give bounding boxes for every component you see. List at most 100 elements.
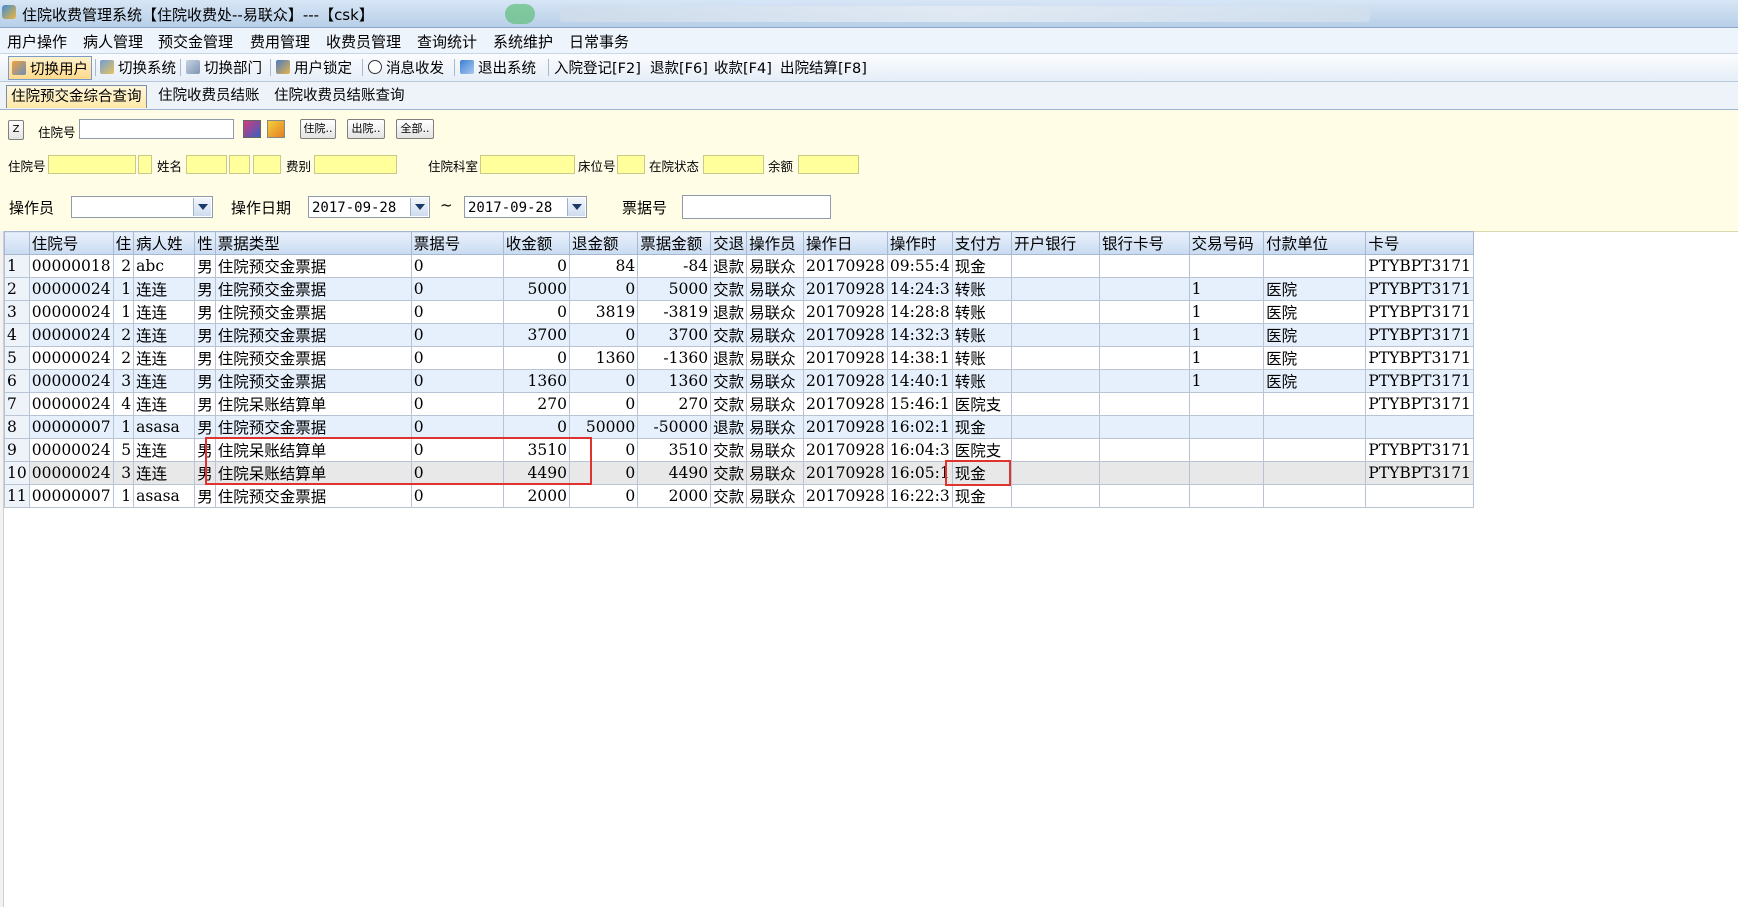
search-icon[interactable] xyxy=(267,120,285,138)
tab-deposit-query[interactable]: 住院预交金综合查询 xyxy=(6,85,147,108)
collect-button[interactable]: 收款[F4] xyxy=(714,56,772,78)
cell-card-no[interactable]: PTYBPT3171 xyxy=(1365,300,1474,324)
cell-op-date[interactable]: 20170928 xyxy=(803,277,888,301)
col-header-operator[interactable]: 操作员 xyxy=(746,231,805,255)
cell-transaction-no[interactable] xyxy=(1188,461,1265,485)
cell-patient-name[interactable]: 连连 xyxy=(133,300,196,324)
cell-bank[interactable] xyxy=(1011,438,1101,462)
cell-op-date[interactable]: 20170928 xyxy=(803,323,888,347)
cell-bank[interactable] xyxy=(1011,323,1101,347)
cell-inpatient-no[interactable]: 00000024 xyxy=(28,392,114,416)
admit-button[interactable]: 入院登记[F2] xyxy=(554,56,641,78)
cell-received-amount[interactable]: 2000 xyxy=(502,484,570,508)
col-header-transaction-no[interactable]: 交易号码 xyxy=(1188,231,1265,255)
cell-op-time[interactable]: 16:04:3 xyxy=(886,438,953,462)
cell-patient-name[interactable]: 连连 xyxy=(133,323,196,347)
refund-button[interactable]: 退款[F6] xyxy=(650,56,708,78)
cell-bank-card[interactable] xyxy=(1099,415,1190,439)
cell-bank-card[interactable] xyxy=(1099,392,1190,416)
cell-transaction-no[interactable]: 1 xyxy=(1188,346,1265,370)
cell-card-no[interactable]: PTYBPT3171 xyxy=(1365,277,1474,301)
cell-receipt-no[interactable]: 0 xyxy=(410,438,504,462)
cell-transaction-no[interactable]: 1 xyxy=(1188,277,1265,301)
cell-refund-amount[interactable]: 0 xyxy=(568,484,639,508)
admit-filter-button[interactable]: 住院.. xyxy=(300,119,336,139)
cell-payer[interactable] xyxy=(1263,484,1367,508)
cell-patient-name[interactable]: asasa xyxy=(133,484,196,508)
cell-payment-method[interactable]: 医院支 xyxy=(951,392,1013,416)
cell-visit[interactable]: 1 xyxy=(112,277,135,301)
cell-gender[interactable]: 男 xyxy=(194,438,216,462)
cell-card-no[interactable]: PTYBPT3171 xyxy=(1365,438,1474,462)
cell-receipt-amount[interactable]: 4490 xyxy=(637,461,712,485)
col-header-op-date[interactable]: 操作日 xyxy=(803,231,888,255)
chevron-down-icon[interactable] xyxy=(410,198,428,216)
cell-op-date[interactable]: 20170928 xyxy=(803,392,888,416)
cell-op-time[interactable]: 14:24:3 xyxy=(886,277,953,301)
cell-trade-type[interactable]: 退款 xyxy=(710,300,748,324)
cell-gender[interactable]: 男 xyxy=(194,461,216,485)
switch-dept-button[interactable]: 切换部门 xyxy=(186,56,262,78)
cell-bank-card[interactable] xyxy=(1099,438,1190,462)
cell-patient-name[interactable]: asasa xyxy=(133,415,196,439)
cell-op-time[interactable]: 14:38:1 xyxy=(886,346,953,370)
cell-receipt-type[interactable]: 住院预交金票据 xyxy=(214,254,412,278)
cell-patient-name[interactable]: abc xyxy=(133,254,196,278)
cell-operator[interactable]: 易联众 xyxy=(746,300,805,324)
cell-refund-amount[interactable]: 0 xyxy=(568,277,639,301)
cell-received-amount[interactable]: 0 xyxy=(502,254,570,278)
cell-transaction-no[interactable] xyxy=(1188,254,1265,278)
cell-receipt-type[interactable]: 住院呆账结算单 xyxy=(214,461,412,485)
cell-payment-method[interactable]: 医院支 xyxy=(951,438,1013,462)
col-header-payment-method[interactable]: 支付方 xyxy=(951,231,1013,255)
table-row[interactable]: 7 00000024 4 连连男住院呆账结算单 0 270 0 270 交款 易联众 2017092… xyxy=(4,392,1474,416)
cell-receipt-amount[interactable]: -3819 xyxy=(637,300,712,324)
col-header-gender[interactable]: 性 xyxy=(194,231,216,255)
cell-operator[interactable]: 易联众 xyxy=(746,369,805,393)
cell-operator[interactable]: 易联众 xyxy=(746,484,805,508)
cell-receipt-type[interactable]: 住院呆账结算单 xyxy=(214,392,412,416)
cell-gender[interactable]: 男 xyxy=(194,346,216,370)
cell-rowno[interactable]: 5 xyxy=(4,346,30,370)
cell-received-amount[interactable]: 0 xyxy=(502,300,570,324)
col-header-op-time[interactable]: 操作时 xyxy=(886,231,953,255)
table-row[interactable]: 11 00000007 1 asasa 男住院预交金票据 0 2000 0 2000 交款 易联众 2… xyxy=(4,484,1474,508)
cell-operator[interactable]: 易联众 xyxy=(746,323,805,347)
cell-op-time[interactable]: 14:40:1 xyxy=(886,369,953,393)
menu-cashier[interactable]: 收费员管理 xyxy=(326,31,401,52)
date-from-picker[interactable]: 2017-09-28 xyxy=(308,196,430,218)
cell-transaction-no[interactable] xyxy=(1188,438,1265,462)
col-header-receipt-type[interactable]: 票据类型 xyxy=(214,231,412,255)
cell-bank-card[interactable] xyxy=(1099,300,1190,324)
cell-receipt-amount[interactable]: 2000 xyxy=(637,484,712,508)
cell-bank-card[interactable] xyxy=(1099,277,1190,301)
cell-received-amount[interactable]: 0 xyxy=(502,346,570,370)
cell-bank-card[interactable] xyxy=(1099,254,1190,278)
cell-trade-type[interactable]: 退款 xyxy=(710,254,748,278)
cell-card-no[interactable] xyxy=(1365,415,1474,439)
cell-bank[interactable] xyxy=(1011,461,1101,485)
cell-payment-method[interactable]: 转账 xyxy=(951,346,1013,370)
table-row[interactable]: 1 00000018 2 abc 男住院预交金票据 0 0 84 -84 退款 易联众 2017092… xyxy=(4,254,1474,278)
cell-receipt-amount[interactable]: -50000 xyxy=(637,415,712,439)
cell-card-no[interactable]: PTYBPT3171 xyxy=(1365,392,1474,416)
cell-op-date[interactable]: 20170928 xyxy=(803,438,888,462)
col-header-refund-amount[interactable]: 退金额 xyxy=(568,231,639,255)
cell-transaction-no[interactable] xyxy=(1188,392,1265,416)
cell-rowno[interactable]: 2 xyxy=(4,277,30,301)
cell-received-amount[interactable]: 4490 xyxy=(502,461,570,485)
tab-settlement-query[interactable]: 住院收费员结账查询 xyxy=(270,85,409,107)
cell-rowno[interactable]: 3 xyxy=(4,300,30,324)
cell-bank-card[interactable] xyxy=(1099,323,1190,347)
cell-bank-card[interactable] xyxy=(1099,484,1190,508)
cell-rowno[interactable]: 4 xyxy=(4,323,30,347)
menu-query-stats[interactable]: 查询统计 xyxy=(417,31,477,52)
cell-trade-type[interactable]: 交款 xyxy=(710,369,748,393)
cell-receipt-type[interactable]: 住院预交金票据 xyxy=(214,346,412,370)
cell-trade-type[interactable]: 交款 xyxy=(710,438,748,462)
cell-bank[interactable] xyxy=(1011,346,1101,370)
cell-transaction-no[interactable] xyxy=(1188,484,1265,508)
cell-inpatient-no[interactable]: 00000007 xyxy=(28,484,114,508)
table-row[interactable]: 3 00000024 1 连连男住院预交金票据 0 0 3819 -3819 退款 易联众 2017… xyxy=(4,300,1474,324)
cell-gender[interactable]: 男 xyxy=(194,254,216,278)
